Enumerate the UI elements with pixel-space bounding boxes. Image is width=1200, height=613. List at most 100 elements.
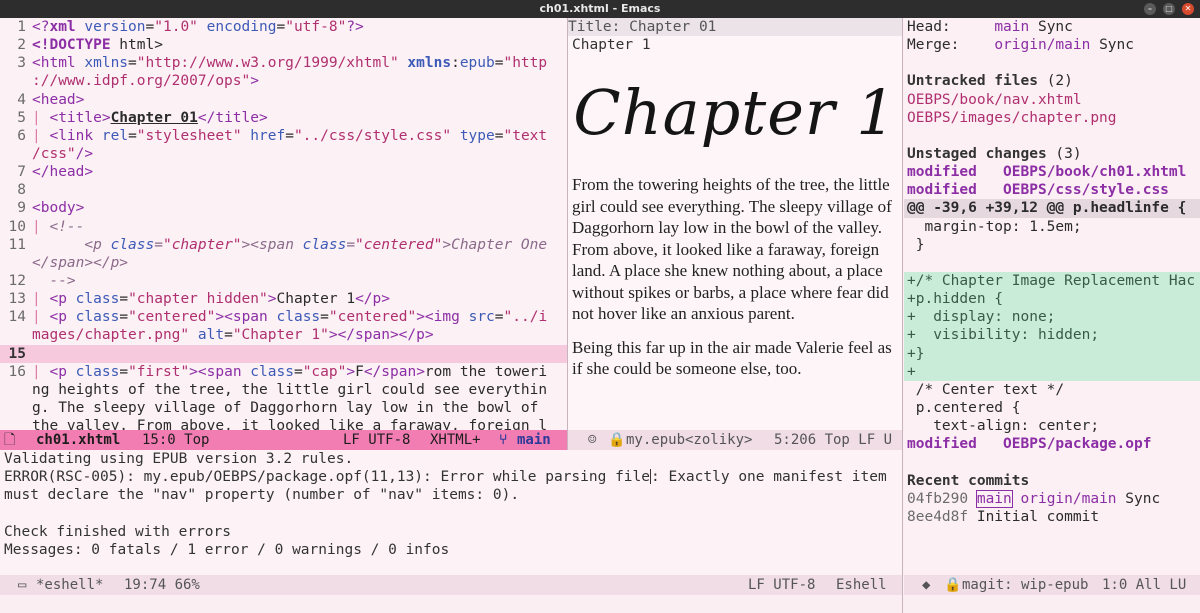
code-text: | <p class="centered"><span class="cente…: [32, 309, 548, 326]
code-line[interactable]: 7 </head>: [0, 163, 567, 181]
code-text: </span></p>: [32, 254, 129, 271]
section-title: Untracked files: [907, 73, 1038, 90]
pane-divider[interactable]: [902, 18, 903, 613]
code-line[interactable]: mages/chapter.png" alt="Chapter 1"></spa…: [0, 326, 567, 344]
merge-line[interactable]: Merge: origin/main Sync: [904, 36, 1200, 54]
preview-body: From the towering heights of the tree, t…: [568, 174, 902, 380]
pane-divider[interactable]: [567, 18, 568, 450]
modeline-position: 1:0 All LU: [1102, 577, 1187, 593]
untracked-section-header[interactable]: Untracked files (2): [904, 72, 1200, 90]
file-status: modified: [907, 182, 977, 199]
commit-line[interactable]: 04fb290 main origin/main Sync: [904, 489, 1200, 508]
merge-branch[interactable]: origin/main: [994, 37, 1090, 53]
diff-text: +/* Chapter Image Replacement Hac: [907, 272, 1196, 289]
file-status: modified: [907, 164, 977, 181]
git-branch-icon: ⑂: [499, 432, 508, 448]
file-path: OEBPS/package.opf: [1003, 436, 1152, 453]
lock-icon: 🔒: [944, 577, 962, 593]
code-text: ://www.idpf.org/2007/ops">: [32, 73, 259, 90]
diff-context-line: margin-top: 1.5em;: [904, 218, 1200, 236]
code-line[interactable]: ng heights of the tree, the little girl …: [0, 381, 567, 399]
diff-text: }: [907, 236, 925, 253]
window-title: ch01.xhtml - Emacs: [539, 2, 661, 15]
preview-paragraph: From the towering heights of the tree, t…: [572, 175, 892, 323]
untracked-file[interactable]: OEBPS/book/nav.xhtml: [904, 91, 1200, 109]
commit-line[interactable]: 8ee4d8f Initial commit: [904, 508, 1200, 526]
code-text: </head>: [32, 164, 94, 181]
modeline-position: 19:74 66%: [124, 577, 200, 593]
code-text: ng heights of the tree, the little girl …: [32, 381, 548, 398]
line-number: 16: [8, 363, 26, 380]
code-line[interactable]: /css"/>: [0, 145, 567, 163]
unstaged-file[interactable]: modified OEBPS/package.opf: [904, 435, 1200, 453]
code-line[interactable]: 8: [0, 181, 567, 199]
blank: [907, 55, 916, 71]
modeline-position: 5:206 Top LF U: [774, 432, 893, 448]
code-line[interactable]: 15: [0, 344, 567, 363]
untracked-file[interactable]: OEBPS/images/chapter.png: [904, 109, 1200, 127]
diff-hunk-header[interactable]: @@ -39,6 +39,12 @@ p.headlinfe {: [904, 199, 1200, 218]
window-controls: – □ ✕: [1144, 3, 1194, 15]
eshell-pane[interactable]: Validating using EPUB version 3.2 rules.…: [0, 450, 902, 575]
diff-added-line: + display: none;: [904, 308, 1200, 327]
modeline-branch[interactable]: main: [517, 430, 551, 450]
code-editor-pane[interactable]: 1 <?xml version="1.0" encoding="utf-8"?> 2…: [0, 18, 567, 430]
preview-paragraph: Being this far up in the air made Valeri…: [572, 337, 892, 379]
commit-remote[interactable]: origin/main: [1021, 491, 1117, 507]
code-line[interactable]: 14 | <p class="centered"><span class="cen…: [0, 308, 567, 326]
blank-line: [904, 54, 1200, 72]
diff-text: p.centered {: [907, 399, 1021, 416]
code-line[interactable]: 2 <!DOCTYPE html>: [0, 36, 567, 54]
diff-text: +: [907, 363, 916, 380]
code-text: <p class="chapter"><span class="centered…: [32, 236, 548, 253]
commit-branch[interactable]: main: [975, 489, 1013, 508]
code-line[interactable]: 6 | <link rel="stylesheet" href="../css/s…: [0, 127, 567, 145]
code-line[interactable]: 10 | <!--: [0, 218, 567, 236]
code-line[interactable]: 3 <html xmlns="http://www.w3.org/1999/xht…: [0, 54, 567, 72]
blank: [907, 128, 916, 144]
code-text: <body>: [32, 200, 85, 217]
code-line[interactable]: ://www.idpf.org/2007/ops">: [0, 72, 567, 90]
modeline-encoding: LF UTF-8: [748, 577, 816, 593]
head-label: Head:: [907, 19, 951, 35]
code-line[interactable]: 4 <head>: [0, 91, 567, 109]
code-line[interactable]: 11 <p class="chapter"><span class="cente…: [0, 236, 567, 254]
minimize-icon[interactable]: –: [1144, 3, 1156, 15]
unstaged-file[interactable]: modified OEBPS/css/style.css: [904, 181, 1200, 199]
code-text: <!DOCTYPE html>: [32, 37, 163, 54]
maximize-icon[interactable]: □: [1163, 3, 1175, 15]
code-line[interactable]: g. The sleepy village of Daggorhorn lay …: [0, 399, 567, 417]
epub-preview-pane[interactable]: Title: Chapter 01 Chapter 1 Chapter 1 Fr…: [568, 18, 902, 430]
code-text: | <p class="first"><span class="cap">F</…: [32, 363, 548, 380]
code-line[interactable]: the valley. From above, it looked like a…: [0, 417, 567, 430]
line-number: 14: [8, 309, 26, 326]
diff-text: /* Center text */: [907, 381, 1065, 398]
chapter-title-image-text: Chapter 1: [573, 76, 897, 149]
unstaged-file[interactable]: modified OEBPS/book/ch01.xhtml: [904, 163, 1200, 181]
unstaged-section-header[interactable]: Unstaged changes (3): [904, 145, 1200, 163]
line-number: 11: [8, 236, 26, 253]
close-icon[interactable]: ✕: [1182, 3, 1194, 15]
modeline-position: 15:0 Top: [142, 432, 210, 448]
code-line[interactable]: 9 <body>: [0, 199, 567, 217]
head-branch[interactable]: main: [994, 19, 1029, 35]
code-line[interactable]: 5 | <title>Chapter 01</title>: [0, 109, 567, 127]
code-line[interactable]: 16 | <p class="first"><span class="cap">F…: [0, 363, 567, 381]
recent-commits-header[interactable]: Recent commits: [904, 472, 1200, 490]
head-line[interactable]: Head: main Sync: [904, 18, 1200, 36]
code-line[interactable]: 1 <?xml version="1.0" encoding="utf-8"?>: [0, 18, 567, 36]
code-line[interactable]: 12 -->: [0, 272, 567, 290]
chapter-title-image: Chapter 1: [568, 54, 902, 174]
code-text: g. The sleepy village of Daggorhorn lay …: [32, 399, 548, 416]
code-line[interactable]: 13 | <p class="chapter hidden">Chapter 1<…: [0, 290, 567, 308]
magit-status-pane[interactable]: Head: main Sync Merge: origin/main Sync U…: [904, 18, 1200, 575]
diff-context-line: p.centered {: [904, 399, 1200, 417]
modeline-major-mode: Eshell: [836, 577, 887, 593]
diff-context-line: }: [904, 236, 1200, 254]
code-line[interactable]: </span></p>: [0, 254, 567, 272]
